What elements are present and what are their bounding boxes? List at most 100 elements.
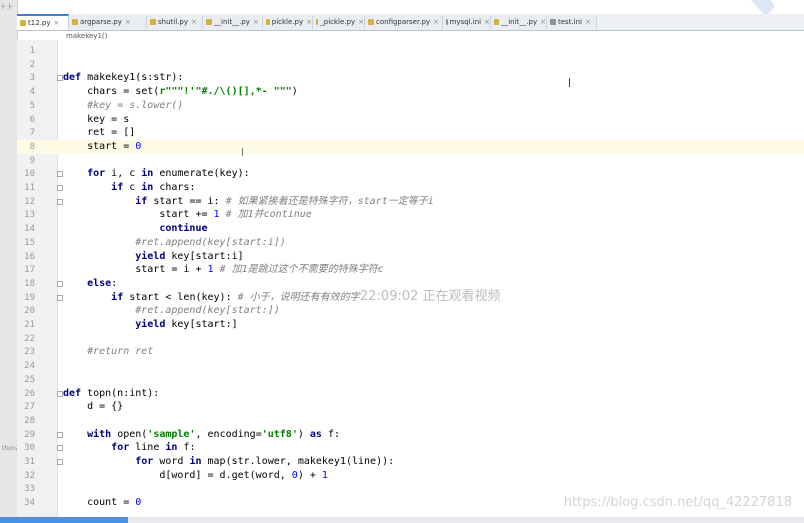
code-line[interactable]: 10 for i, c in enumerate(key):	[17, 167, 804, 181]
code-line[interactable]: 25	[17, 373, 804, 387]
code-line[interactable]: 6 key = s	[17, 113, 804, 127]
code-line[interactable]: 5 #key = s.lower()	[17, 99, 804, 113]
line-number: 27	[24, 402, 35, 413]
code-line[interactable]: 9	[17, 154, 804, 168]
breadcrumb[interactable]: makekey1()	[66, 32, 107, 40]
tab-label: pickle.py	[271, 18, 304, 26]
close-icon[interactable]: ×	[540, 18, 546, 26]
python-file-icon	[150, 19, 156, 25]
progress-segment	[0, 517, 128, 523]
code-text: #ret.append(key[start:i])	[135, 236, 286, 248]
tab-10[interactable]: test.ini ×	[547, 15, 597, 29]
code-text: else:	[87, 277, 118, 289]
code-line[interactable]: 7 ret = []	[17, 126, 804, 140]
editor-tab-bar: t12.py × argparse.py × shutil.py × __init__.py…	[17, 14, 804, 31]
line-number: 14	[24, 224, 35, 235]
code-line[interactable]: 13 start += 1 # 加1并continue	[17, 208, 804, 222]
code-text: d = {}	[63, 401, 124, 413]
close-icon[interactable]: ×	[358, 18, 364, 26]
line-number: 30	[24, 443, 35, 454]
line-number: 25	[24, 374, 35, 385]
line-number: 20	[24, 306, 35, 317]
code-line[interactable]: 27 d = {}	[17, 400, 804, 414]
code-text: def topn(n:int):	[63, 387, 160, 399]
line-number: 15	[24, 237, 35, 248]
line-number: 9	[29, 155, 35, 166]
code-text: start += 1 # 加1并continue	[63, 209, 312, 221]
code-line[interactable]: 8 start = 0	[17, 139, 804, 154]
code-text: if c in chars:	[111, 182, 196, 193]
code-text: #return ret	[87, 346, 154, 358]
tab-9[interactable]: __init__.py ×	[491, 15, 547, 29]
left-strip-marker: ⊦ ⊦	[2, 2, 13, 11]
close-icon[interactable]: ×	[433, 18, 439, 26]
code-line[interactable]: 1	[17, 44, 804, 58]
code-text: if start == i: # 如果紧挨着还是特殊字符，start一定等于i	[135, 195, 434, 207]
python-file-icon	[368, 19, 374, 25]
code-line[interactable]: 22	[17, 332, 804, 346]
code-line[interactable]: 29 with open('sample', encoding='utf8') …	[17, 428, 804, 442]
tab-8[interactable]: mysql.ini ×	[443, 15, 491, 29]
code-text: d[word] = d.get(word, 0) + 1	[63, 469, 328, 481]
tab-3[interactable]: shutil.py ×	[147, 15, 203, 29]
tab-label: shutil.py	[158, 18, 188, 26]
line-number: 1	[29, 46, 35, 56]
code-line[interactable]: 26 def topn(n:int):	[17, 387, 804, 401]
line-number: 19	[24, 292, 35, 303]
tab-label: mysql.ini	[449, 18, 482, 26]
tab-5[interactable]: pickle.py ×	[263, 15, 313, 29]
code-line[interactable]: 20 #ret.append(key[start:])	[17, 304, 804, 318]
line-number: 6	[29, 114, 35, 125]
line-number: 12	[24, 196, 35, 207]
code-line[interactable]: 2	[17, 58, 804, 72]
line-number: 11	[24, 183, 35, 193]
close-icon[interactable]: ×	[125, 18, 131, 26]
close-icon[interactable]: ×	[484, 18, 490, 26]
close-icon[interactable]: ×	[306, 18, 312, 26]
python-file-icon	[494, 19, 500, 25]
close-icon[interactable]: ×	[53, 19, 59, 27]
code-text: yield key[start:]	[135, 319, 238, 330]
code-line[interactable]: 11 if c in chars:	[17, 181, 804, 195]
code-text: with open('sample', encoding='utf8') as …	[87, 428, 340, 440]
line-number: 13	[24, 210, 35, 221]
line-number: 18	[24, 278, 35, 289]
close-icon[interactable]: ×	[585, 18, 591, 26]
code-line[interactable]: 24	[17, 359, 804, 373]
line-number: 26	[24, 388, 35, 399]
python-file-icon	[266, 19, 270, 25]
code-line[interactable]: 23 #return ret	[17, 345, 804, 359]
code-line[interactable]: 16 yield key[start:i]	[17, 250, 804, 264]
line-number: 31	[24, 457, 35, 467]
tab-7[interactable]: configparser.py ×	[365, 15, 443, 29]
code-line[interactable]: 3 def makekey1(s:str):	[17, 71, 804, 85]
close-icon[interactable]: ×	[191, 18, 197, 26]
code-line[interactable]: 28	[17, 414, 804, 428]
tab-label: _pickle.py	[320, 18, 356, 26]
code-line[interactable]: 12 if start == i: # 如果紧挨着还是特殊字符，start一定等…	[17, 195, 804, 209]
code-text: def makekey1(s:str):	[63, 72, 184, 84]
tab-1[interactable]: t12.py ×	[17, 14, 69, 30]
code-text: yield key[start:i]	[135, 250, 244, 262]
code-line[interactable]: 15 #ret.append(key[start:i])	[17, 236, 804, 250]
line-number: 28	[24, 415, 35, 426]
tab-6[interactable]: _pickle.py ×	[313, 15, 365, 29]
code-line[interactable]: 21 yield key[start:]	[17, 318, 804, 332]
window-logo	[744, 0, 776, 16]
code-line[interactable]: 32 d[word] = d.get(word, 0) + 1	[17, 469, 804, 483]
tab-4[interactable]: __init__.py ×	[203, 15, 263, 29]
tab-label: test.ini	[558, 18, 582, 26]
code-text: start = 0	[63, 140, 142, 152]
code-line[interactable]: 4 chars = set(r"""!'"#./\()[],*- """)	[17, 85, 804, 99]
line-number: 29	[24, 429, 35, 440]
code-text: ret = []	[63, 127, 136, 139]
code-line[interactable]: 17 start = i + 1 # 加1是跳过这个不需要的特殊字符c	[17, 263, 804, 277]
line-number: 22	[24, 333, 35, 344]
python-file-icon	[20, 20, 26, 26]
code-line[interactable]: 30 for line in f:	[17, 441, 804, 455]
code-line[interactable]: 31 for word in map(str.lower, makekey1(l…	[17, 455, 804, 469]
line-number: 24	[24, 361, 35, 372]
close-icon[interactable]: ×	[253, 18, 259, 26]
code-line[interactable]: 14 continue	[17, 222, 804, 236]
tab-2[interactable]: argparse.py ×	[69, 15, 147, 29]
